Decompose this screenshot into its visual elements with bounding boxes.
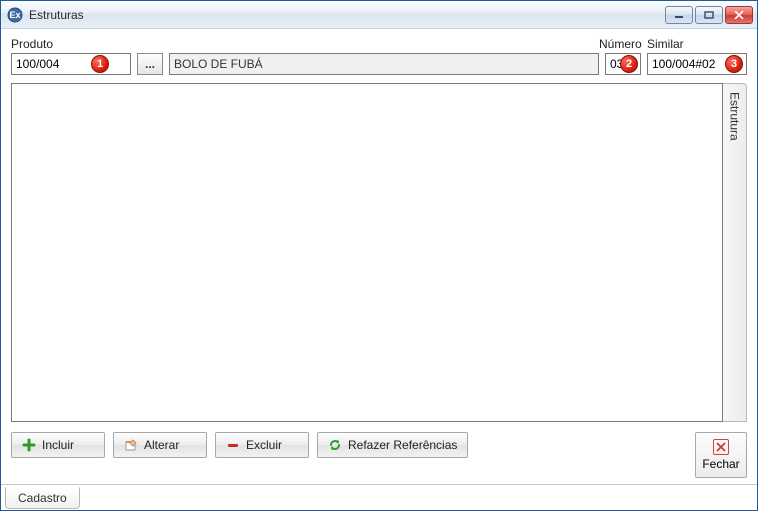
browse-button[interactable]: ...: [137, 53, 163, 75]
label-numero: Número: [599, 37, 641, 51]
alterar-button[interactable]: Alterar: [113, 432, 207, 458]
side-tab-label: Estrutura: [728, 92, 742, 141]
numero-input[interactable]: [605, 53, 641, 75]
alterar-label: Alterar: [144, 438, 179, 452]
refazer-button[interactable]: Refazer Referências: [317, 432, 468, 458]
label-produto: Produto: [11, 37, 131, 51]
label-similar: Similar: [647, 37, 747, 51]
fechar-button[interactable]: Fechar: [695, 432, 747, 478]
incluir-button[interactable]: Incluir: [11, 432, 105, 458]
content-area: Produto Número Similar 1 ... BOLO DE FUB…: [1, 29, 757, 484]
refazer-label: Refazer Referências: [348, 438, 457, 452]
main-area: Estrutura: [11, 83, 747, 422]
edit-icon: [124, 438, 138, 452]
window-title: Estruturas: [29, 8, 665, 22]
app-icon: Ex: [7, 7, 23, 23]
refresh-icon: [328, 438, 342, 452]
side-tab-estrutura[interactable]: Estrutura: [723, 83, 747, 422]
incluir-label: Incluir: [42, 438, 74, 452]
svg-text:Ex: Ex: [9, 10, 20, 20]
titlebar: Ex Estruturas: [1, 1, 757, 29]
maximize-button[interactable]: [695, 6, 723, 24]
similar-input[interactable]: [647, 53, 747, 75]
produto-desc-field: BOLO DE FUBÁ: [169, 53, 599, 75]
minus-icon: [226, 438, 240, 452]
field-inputs-row: 1 ... BOLO DE FUBÁ 2 3: [11, 53, 747, 75]
tab-cadastro[interactable]: Cadastro: [5, 487, 80, 509]
close-icon: [713, 439, 729, 455]
minimize-button[interactable]: [665, 6, 693, 24]
bottom-tabs: Cadastro: [1, 484, 757, 510]
excluir-button[interactable]: Excluir: [215, 432, 309, 458]
fechar-label: Fechar: [702, 457, 739, 471]
window-controls: [665, 6, 753, 24]
window: Ex Estruturas Produto Número Similar: [0, 0, 758, 511]
excluir-label: Excluir: [246, 438, 282, 452]
plus-icon: [22, 438, 36, 452]
close-window-button[interactable]: [725, 6, 753, 24]
list-panel[interactable]: [11, 83, 723, 422]
field-labels-row: Produto Número Similar: [11, 37, 747, 51]
produto-code-input[interactable]: [11, 53, 131, 75]
toolbar: Incluir Alterar Excluir: [11, 432, 747, 478]
